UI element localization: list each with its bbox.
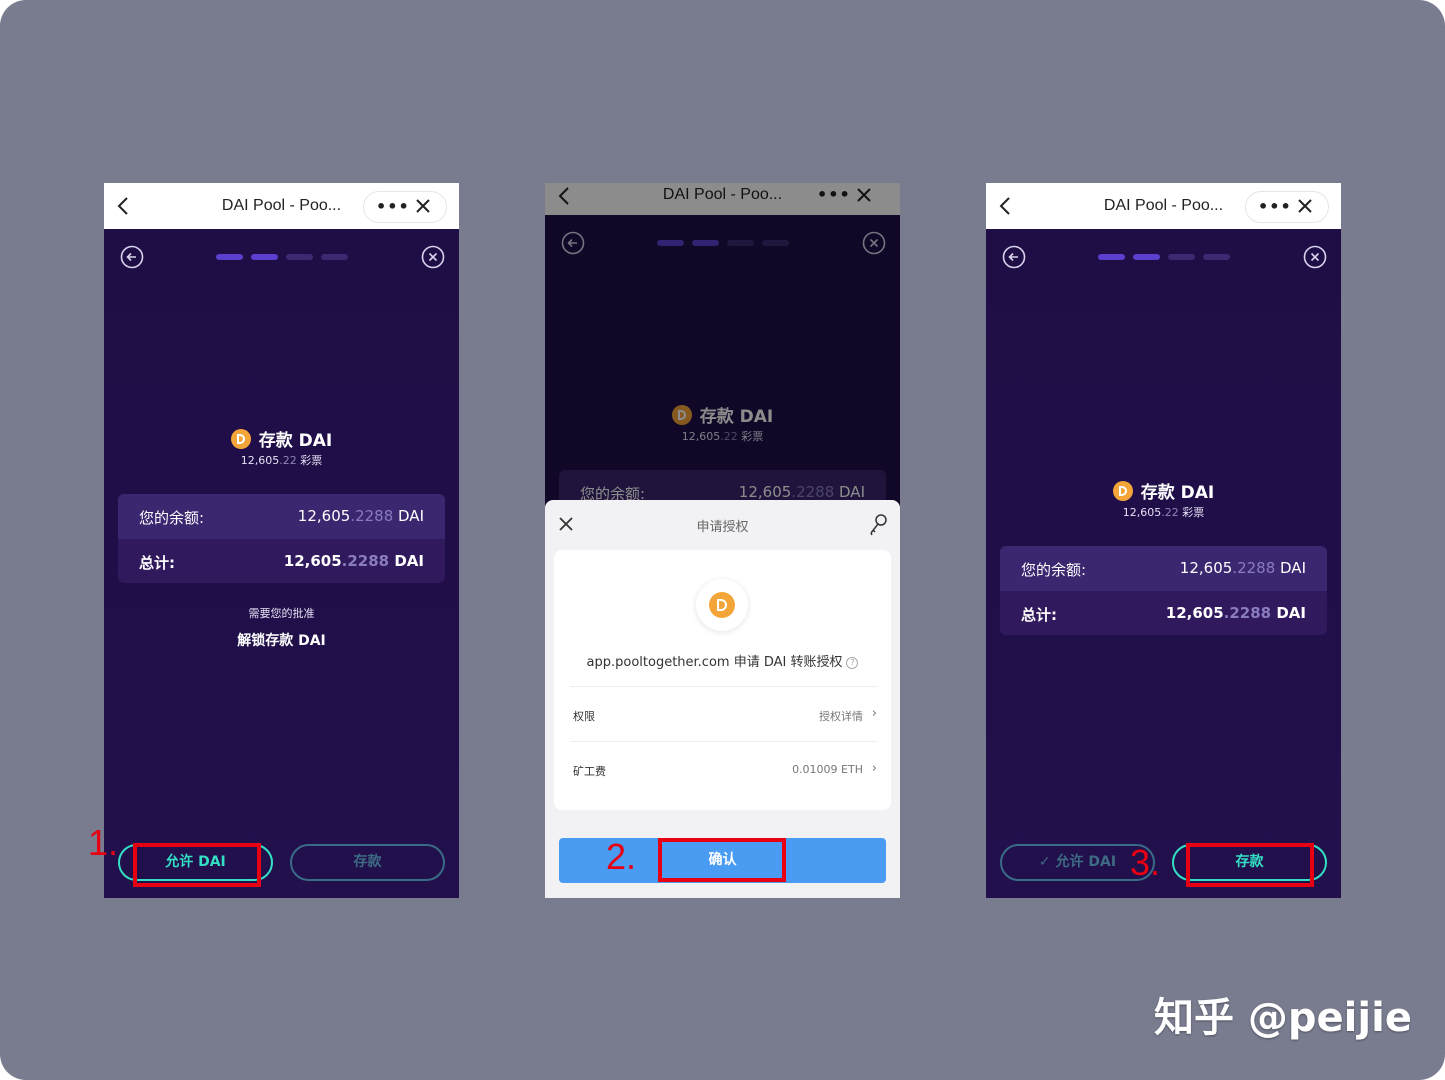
permission-row[interactable]: 权限 授权详情 › bbox=[570, 686, 877, 741]
help-icon[interactable]: ? bbox=[846, 657, 859, 669]
chevron-right-icon: › bbox=[871, 706, 877, 721]
more-icon[interactable]: ••• bbox=[1258, 197, 1292, 216]
tickets-amount: 12,605.22 彩票 bbox=[1122, 506, 1205, 519]
progress-steps bbox=[216, 254, 351, 260]
permission-label: 权限 bbox=[573, 710, 595, 723]
gas-fee-row[interactable]: 矿工费 0.01009 ETH › bbox=[570, 741, 877, 796]
unlock-heading: 解锁存款 DAI bbox=[237, 633, 326, 649]
step-indicator bbox=[1098, 254, 1125, 260]
gas-fee-label: 矿工费 bbox=[573, 765, 606, 778]
step-indicator bbox=[321, 254, 348, 260]
deposit-heading: 存款 DAI bbox=[986, 478, 1341, 503]
balance-label: 您的余额: bbox=[1021, 561, 1087, 579]
deposit-button[interactable]: 存款 bbox=[290, 844, 445, 881]
circle-close-icon[interactable] bbox=[421, 245, 445, 269]
tickets-int: 12,605 bbox=[240, 454, 280, 467]
circle-back-icon[interactable] bbox=[1002, 245, 1026, 269]
phone-screen-3: DAI Pool - Poo... ••• 存款 DAI 12,605.22 彩… bbox=[986, 183, 1341, 898]
key-icon[interactable] bbox=[868, 513, 888, 537]
chevron-right-icon: › bbox=[871, 761, 877, 776]
highlight-box bbox=[1186, 843, 1314, 887]
total-row: 总计: 12,605.2288 DAI bbox=[1000, 591, 1327, 635]
app-body: 存款 DAI 12,605.22 彩票 您的余额: 12,605.2288 DA… bbox=[104, 229, 459, 898]
close-icon[interactable] bbox=[1296, 197, 1314, 215]
dai-coin-icon bbox=[230, 429, 251, 449]
browser-bar: DAI Pool - Poo... ••• bbox=[104, 183, 459, 229]
total-value: 12,605.2288 DAI bbox=[283, 552, 424, 570]
more-icon[interactable]: ••• bbox=[376, 197, 410, 216]
permission-details-link[interactable]: 授权详情 bbox=[819, 708, 863, 724]
phone-screen-2: DAI Pool - Poo... ••• 存款 DAI 12,605.22 彩… bbox=[545, 183, 900, 898]
dai-coin-icon bbox=[1112, 481, 1133, 501]
balance-row: 您的余额: 12,605.2288 DAI bbox=[1000, 546, 1327, 591]
highlight-box bbox=[133, 843, 261, 887]
deposit-heading-text: 存款 DAI bbox=[258, 431, 333, 451]
deposit-heading: 存款 DAI bbox=[104, 426, 459, 451]
authorization-card: app.pooltogether.com 申请 DAI 转账授权? 权限 授权详… bbox=[554, 550, 891, 810]
total-row: 总计: 12,605.2288 DAI bbox=[118, 539, 445, 583]
tickets-dec: .22 bbox=[279, 454, 297, 467]
close-icon[interactable] bbox=[414, 197, 432, 215]
step-number: 2. bbox=[606, 836, 637, 877]
app-body: 存款 DAI 12,605.22 彩票 您的余额: 12,605.2288 DA… bbox=[986, 229, 1341, 898]
total-value: 12,605.2288 DAI bbox=[1165, 604, 1306, 622]
circle-back-icon[interactable] bbox=[120, 245, 144, 269]
step-indicator bbox=[1168, 254, 1195, 260]
phone-screen-1: DAI Pool - Poo... ••• 存款 DAI 12,605.22 彩… bbox=[104, 183, 459, 898]
total-label: 总计: bbox=[139, 554, 175, 572]
gas-fee-value: 0.01009 ETH bbox=[792, 763, 863, 776]
request-text-content: app.pooltogether.com 申请 DAI 转账授权 bbox=[586, 655, 843, 670]
request-text: app.pooltogether.com 申请 DAI 转账授权? bbox=[554, 651, 891, 670]
canvas: DAI Pool - Poo... ••• 存款 DAI 12,605.22 彩… bbox=[0, 0, 1445, 1080]
balance-box: 您的余额: 12,605.2288 DAI 总计: 12,605.2288 DA… bbox=[1000, 546, 1327, 635]
mini-program-capsule: ••• bbox=[363, 191, 447, 223]
balance-label: 您的余额: bbox=[139, 509, 205, 527]
tickets-amount: 12,605.22 彩票 bbox=[104, 452, 459, 468]
step-number: 1. bbox=[88, 822, 119, 863]
balance-value: 12,605.2288 DAI bbox=[1179, 559, 1306, 577]
step-indicator bbox=[1133, 254, 1160, 260]
step-indicator bbox=[286, 254, 313, 260]
deposit-heading-text: 存款 DAI bbox=[1140, 483, 1215, 503]
sheet-title: 申请授权 bbox=[696, 520, 749, 535]
tickets-unit: 彩票 bbox=[296, 454, 323, 467]
total-label: 总计: bbox=[1021, 606, 1057, 624]
highlight-box bbox=[658, 838, 786, 882]
step-indicator bbox=[251, 254, 278, 260]
circle-close-icon[interactable] bbox=[1303, 245, 1327, 269]
balance-row: 您的余额: 12,605.2288 DAI bbox=[118, 494, 445, 539]
progress-steps bbox=[1098, 254, 1233, 260]
dai-coin-icon bbox=[696, 579, 748, 631]
mini-program-capsule: ••• bbox=[1245, 191, 1329, 223]
balance-value: 12,605.2288 DAI bbox=[297, 507, 424, 525]
balance-box: 您的余额: 12,605.2288 DAI 总计: 12,605.2288 DA… bbox=[118, 494, 445, 583]
step-number: 3. bbox=[1130, 842, 1161, 883]
browser-bar: DAI Pool - Poo... ••• bbox=[986, 183, 1341, 229]
watermark: 知乎 @peijie bbox=[1154, 995, 1412, 1041]
approval-note: 需要您的批准 bbox=[248, 607, 315, 620]
step-indicator bbox=[1203, 254, 1230, 260]
step-indicator bbox=[216, 254, 243, 260]
